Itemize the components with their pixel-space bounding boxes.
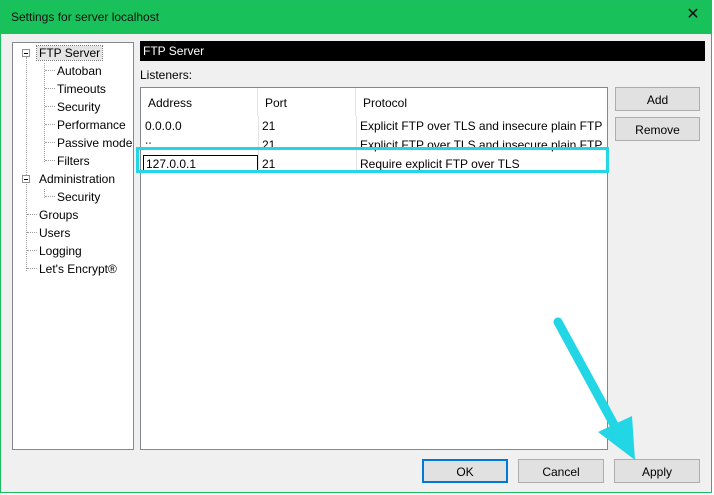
ok-button-label: OK [456,465,474,479]
tree-item-passive-mode[interactable]: Passive mode [57,136,132,150]
remove-button-label: Remove [635,123,680,137]
remove-button[interactable]: Remove [615,117,700,141]
window-title: Settings for server localhost [11,10,160,24]
column-header-protocol[interactable]: Protocol [356,88,607,116]
tree-item-lets-encrypt[interactable]: Let's Encrypt® [39,262,117,276]
tree-item-timeouts[interactable]: Timeouts [57,82,106,96]
column-header-address-label: Address [148,96,193,110]
add-button[interactable]: Add [615,87,700,111]
column-header-protocol-label: Protocol [363,96,408,110]
title-bar: Settings for server localhost ✕ [1,1,711,34]
settings-tree[interactable]: FTP Server Autoban Timeouts Security Per… [12,42,134,450]
table-row[interactable]: 0.0.0.0 21 Explicit FTP over TLS and ins… [141,116,607,135]
tree-item-users[interactable]: Users [39,226,70,240]
panel-header-title: FTP Server [143,44,205,58]
tree-item-logging[interactable]: Logging [39,244,82,258]
apply-button-label: Apply [641,465,673,479]
tree-item-security[interactable]: Security [57,100,100,114]
row-port: 21 [262,119,276,133]
close-icon[interactable]: ✕ [685,7,701,23]
tree-item-administration[interactable]: Administration [39,172,115,186]
row-address: 0.0.0.0 [145,119,182,133]
pointer-arrow-icon [553,317,635,460]
panel-header: FTP Server [140,41,705,61]
column-header-port[interactable]: Port [258,88,356,116]
cancel-button-label: Cancel [542,465,580,479]
column-header-port-label: Port [265,96,288,110]
tree-item-ftp-server[interactable]: FTP Server [35,45,104,61]
tree-item-performance[interactable]: Performance [57,118,126,132]
add-button-label: Add [646,93,669,107]
tree-item-autoban[interactable]: Autoban [57,64,102,78]
listeners-label: Listeners: [140,68,193,82]
column-header-address[interactable]: Address [141,88,258,116]
collapse-ftp-server-icon[interactable] [22,49,30,57]
tree-item-filters[interactable]: Filters [57,154,90,168]
tree-item-admin-security[interactable]: Security [57,190,100,204]
listeners-table[interactable]: Address Port Protocol 0.0.0.0 21 Explici… [140,87,608,450]
ok-button[interactable]: OK [422,459,508,483]
row-protocol: Explicit FTP over TLS and insecure plain… [360,119,603,133]
tree-item-groups[interactable]: Groups [39,208,78,222]
row-highlight [136,147,609,173]
collapse-administration-icon[interactable] [22,175,30,183]
